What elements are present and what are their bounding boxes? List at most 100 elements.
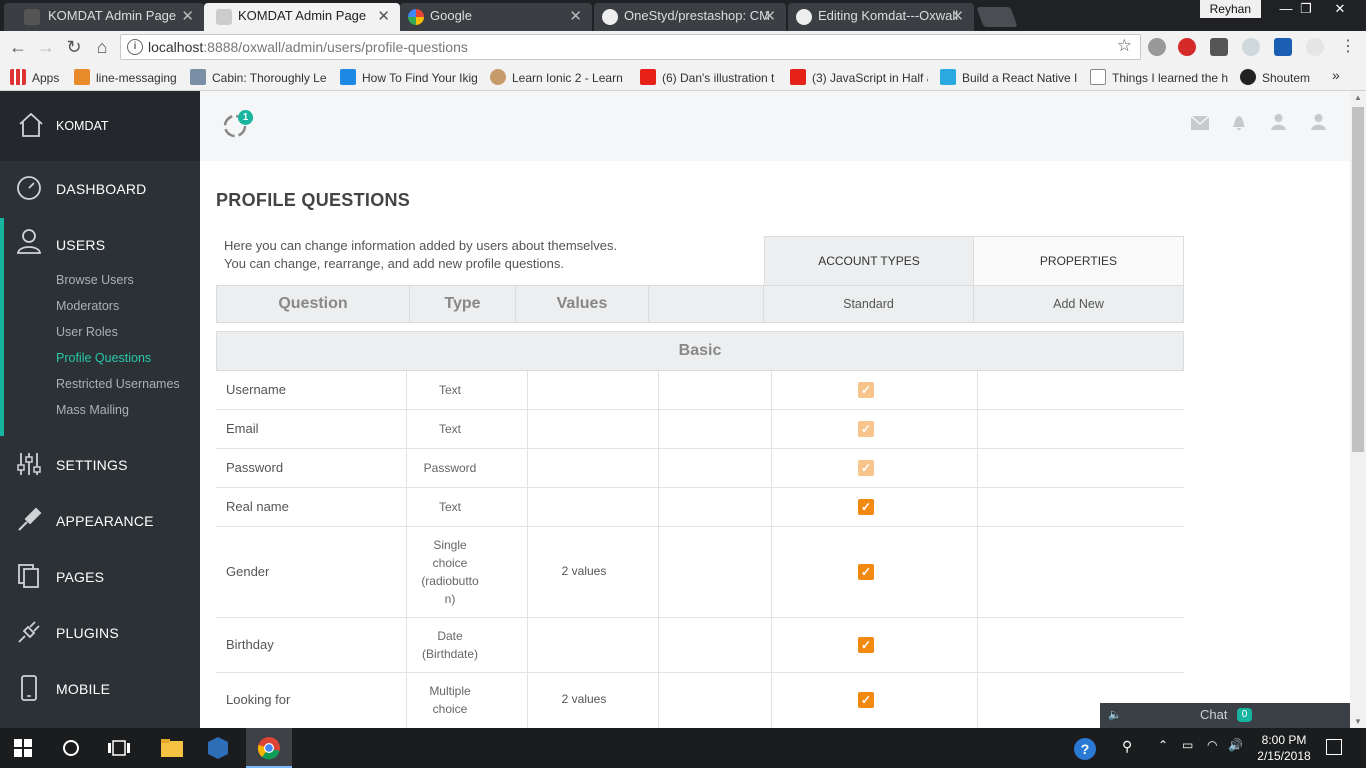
- bookmark[interactable]: line-messaging: [74, 69, 184, 85]
- bookmark[interactable]: Things I learned the h: [1090, 69, 1230, 85]
- address-bar[interactable]: i localhost:8888/oxwall/admin/users/prof…: [120, 34, 1141, 60]
- question-values[interactable]: 2 values: [529, 692, 639, 706]
- user-icon[interactable]: [1271, 113, 1286, 130]
- question-label[interactable]: Email: [226, 421, 259, 436]
- account-types-tab[interactable]: ACCOUNT TYPES: [764, 236, 974, 286]
- sidebar-subitem-mass-mailing[interactable]: Mass Mailing: [56, 403, 129, 417]
- sidebar-item-users[interactable]: USERS: [0, 218, 200, 266]
- bookmark[interactable]: Shoutem: [1240, 69, 1320, 85]
- browser-tab[interactable]: OneStyd/prestashop: CM ✕: [594, 3, 786, 31]
- sidebar-brand[interactable]: KOMDAT: [0, 91, 200, 161]
- home-icon[interactable]: ⌂: [90, 35, 114, 59]
- question-label[interactable]: Birthday: [226, 637, 274, 652]
- restore-icon[interactable]: ❐: [1290, 0, 1322, 20]
- browser-tab-active[interactable]: KOMDAT Admin Page ✕: [204, 3, 400, 31]
- bookmark-apps[interactable]: Apps: [10, 69, 70, 85]
- properties-tab[interactable]: PROPERTIES: [973, 236, 1184, 286]
- bookmark[interactable]: (6) Dan's illustration t: [640, 69, 778, 85]
- search-icon[interactable]: [62, 739, 80, 757]
- profile-user[interactable]: Reyhan: [1199, 0, 1261, 18]
- url-text[interactable]: localhost:8888/oxwall/admin/users/profil…: [148, 39, 468, 55]
- sidebar-item-plugins[interactable]: PLUGINS: [0, 609, 200, 657]
- windows-start-icon[interactable]: [14, 739, 32, 757]
- question-label[interactable]: Gender: [226, 564, 269, 579]
- chat-label[interactable]: Chat: [1200, 707, 1227, 722]
- scroll-down-icon[interactable]: ▼: [1354, 717, 1362, 726]
- help-icon[interactable]: ?: [1074, 738, 1096, 760]
- bookmark[interactable]: Cabin: Thoroughly Le: [190, 69, 330, 85]
- table-row[interactable]: Looking for Multiple choice 2 values ✓: [216, 673, 1184, 728]
- menu-icon[interactable]: ⋮: [1336, 35, 1360, 59]
- question-label[interactable]: Username: [226, 382, 286, 397]
- required-checkbox[interactable]: ✓: [858, 499, 874, 515]
- bookmark[interactable]: (3) JavaScript in Half a: [790, 69, 928, 85]
- table-row[interactable]: Username Text ✓: [216, 371, 1184, 410]
- browser-tab[interactable]: Editing Komdat---Oxwall ✕: [788, 3, 974, 31]
- scroll-up-icon[interactable]: ▲: [1354, 93, 1362, 102]
- table-row[interactable]: Birthday Date (Birthdate) ✓: [216, 618, 1184, 673]
- column-header-standard[interactable]: Standard: [763, 285, 974, 323]
- bookmarks-overflow-button[interactable]: »: [1332, 67, 1346, 83]
- sidebar-subitem-restricted-usernames[interactable]: Restricted Usernames: [56, 377, 180, 391]
- volume-icon[interactable]: 🔈: [1108, 708, 1122, 721]
- people-icon[interactable]: ⚲: [1122, 738, 1132, 755]
- close-tab-icon[interactable]: ✕: [951, 7, 964, 25]
- chevron-up-icon[interactable]: ⌃: [1158, 738, 1168, 752]
- table-row[interactable]: Password Password ✓: [216, 449, 1184, 488]
- reload-icon[interactable]: ↻: [62, 35, 86, 59]
- question-label[interactable]: Real name: [226, 499, 289, 514]
- required-checkbox[interactable]: ✓: [858, 637, 874, 653]
- question-label[interactable]: Looking for: [226, 692, 290, 707]
- close-window-icon[interactable]: ✕: [1324, 0, 1356, 20]
- profile-icon[interactable]: [1311, 113, 1326, 130]
- react-devtools-icon[interactable]: [1242, 38, 1260, 56]
- scrollbar-thumb[interactable]: [1352, 107, 1364, 452]
- news-icon[interactable]: [1274, 38, 1292, 56]
- sidebar-subitem-moderators[interactable]: Moderators: [56, 299, 119, 313]
- sidebar-subitem-user-roles[interactable]: User Roles: [56, 325, 118, 339]
- page-scrollbar[interactable]: ▲ ▼: [1350, 91, 1366, 728]
- mail-icon[interactable]: [1191, 116, 1209, 130]
- virtualbox-icon[interactable]: [206, 736, 230, 760]
- new-tab-button[interactable]: [976, 7, 1018, 27]
- browser-tab[interactable]: Google ✕: [400, 3, 592, 31]
- bookmark-star-icon[interactable]: ☆: [1117, 36, 1132, 56]
- info-icon[interactable]: i: [127, 39, 143, 55]
- task-view-icon[interactable]: [108, 739, 130, 757]
- question-label[interactable]: Password: [226, 460, 283, 475]
- bookmark[interactable]: How To Find Your Ikig: [340, 69, 478, 85]
- required-checkbox[interactable]: ✓: [858, 564, 874, 580]
- sidebar-item-pages[interactable]: PAGES: [0, 553, 200, 601]
- extension-icon[interactable]: [1210, 38, 1228, 56]
- sidebar-item-mobile[interactable]: MOBILE: [0, 665, 200, 713]
- sidebar-item-appearance[interactable]: APPEARANCE: [0, 497, 200, 545]
- bookmark[interactable]: Learn Ionic 2 - Learn: [490, 69, 626, 85]
- sidebar-item-dashboard[interactable]: DASHBOARD: [0, 165, 200, 213]
- back-icon[interactable]: ←: [6, 35, 30, 59]
- close-tab-icon[interactable]: ✕: [377, 7, 390, 25]
- bell-icon[interactable]: [1231, 114, 1247, 131]
- sidebar-subitem-profile-questions[interactable]: Profile Questions: [56, 351, 151, 365]
- browser-tab[interactable]: KOMDAT Admin Page ✕: [4, 3, 204, 31]
- table-row[interactable]: Email Text ✓: [216, 410, 1184, 449]
- table-row[interactable]: Gender Single choice (radiobutto n) 2 va…: [216, 527, 1184, 618]
- extension-icon[interactable]: [1148, 38, 1166, 56]
- file-explorer-icon[interactable]: [160, 736, 184, 760]
- column-header-add-new[interactable]: Add New: [973, 285, 1184, 323]
- bookmark[interactable]: Build a React Native I: [940, 69, 1080, 85]
- taskbar-active-app[interactable]: [246, 728, 292, 768]
- battery-icon[interactable]: ▭: [1182, 738, 1193, 752]
- close-tab-icon[interactable]: ✕: [569, 7, 582, 25]
- close-tab-icon[interactable]: ✕: [181, 7, 194, 25]
- table-row[interactable]: Real name Text ✓: [216, 488, 1184, 527]
- sidebar-item-settings[interactable]: SETTINGS: [0, 441, 200, 489]
- chat-bar[interactable]: 🔈 Chat 0: [1100, 703, 1350, 728]
- forward-icon[interactable]: →: [34, 35, 58, 59]
- question-values[interactable]: 2 values: [529, 564, 639, 578]
- wifi-icon[interactable]: ◠: [1207, 738, 1217, 752]
- adblock-icon[interactable]: [1178, 38, 1196, 56]
- extension-icon[interactable]: [1306, 38, 1324, 56]
- required-checkbox[interactable]: ✓: [858, 692, 874, 708]
- taskbar-clock[interactable]: 8:00 PM 2/15/2018: [1254, 732, 1314, 764]
- close-tab-icon[interactable]: ✕: [763, 7, 776, 25]
